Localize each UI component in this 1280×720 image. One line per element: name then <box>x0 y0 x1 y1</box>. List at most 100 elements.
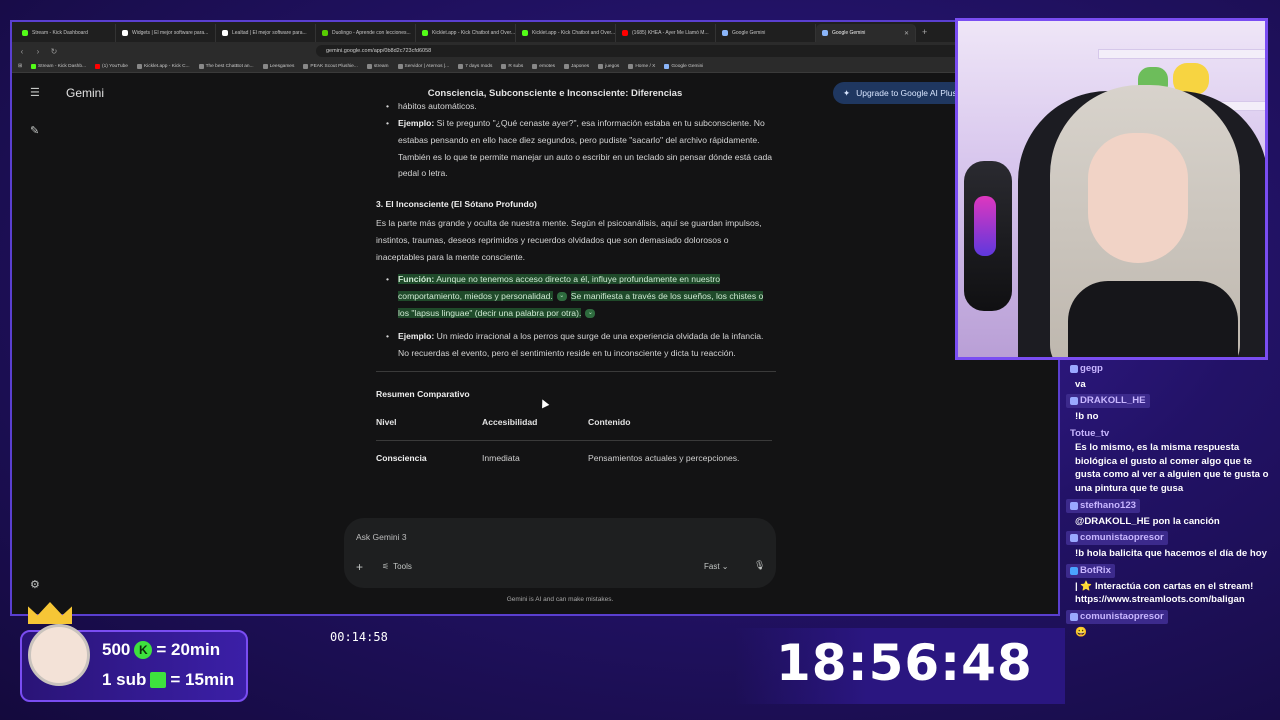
bookmark-item[interactable]: stream <box>366 63 389 69</box>
table-cell: Pensamientos actuales y percepciones. <box>588 452 740 463</box>
reload-icon[interactable]: ↻ <box>50 47 58 56</box>
chat-text: 😀 <box>1075 626 1087 638</box>
new-tab-icon[interactable]: + <box>916 27 933 37</box>
chibi-face <box>28 624 90 686</box>
browser-tab[interactable]: Lealtad | El mejor software para... <box>216 24 316 42</box>
menu-icon[interactable]: ☰ <box>30 86 40 99</box>
example-label: Ejemplo: <box>398 330 435 341</box>
tab-favicon-icon <box>822 30 828 36</box>
folder-icon <box>564 63 570 69</box>
bookmarks-bar: ⊞ Stream - Kick Dashb... (1) YouTube Kic… <box>12 60 1058 73</box>
chat-username: comunistaopresor <box>1066 610 1168 624</box>
chat-message: BotRix | ⭐ Interactúa con cartas en el s… <box>1066 563 1280 607</box>
streamer-face <box>1088 133 1188 263</box>
example-label: Ejemplo: <box>398 118 435 128</box>
close-tab-icon[interactable]: ✕ <box>904 30 909 37</box>
bookmark-item[interactable]: emotes <box>532 63 555 69</box>
user-badge-icon <box>1070 534 1078 543</box>
model-mode-dropdown[interactable]: Fast ⌄ <box>704 562 729 571</box>
table-header: Contenido <box>588 405 772 441</box>
bookmark-item[interactable]: Leesgames <box>262 63 294 69</box>
chat-username: comunistaopresor <box>1066 531 1168 546</box>
gift-icon <box>150 672 167 688</box>
side-rail: ☰ ✎ ⚙ <box>12 74 58 614</box>
browser-tab[interactable]: Widgets | El mejor software para... <box>116 24 216 42</box>
upgrade-button[interactable]: ✦ Upgrade to Google AI Plus <box>833 82 973 104</box>
tab-favicon-icon <box>322 30 328 36</box>
table-header: Nivel <box>376 405 482 441</box>
chat-text: !b hola balicita que hacemos el día de h… <box>1075 548 1267 560</box>
chat-username: Totue_tv <box>1070 427 1110 439</box>
apps-icon[interactable]: ⊞ <box>18 64 22 69</box>
chat-text: Es lo mismo, es la misma respuesta bioló… <box>1075 441 1269 495</box>
bookmark-item[interactable]: Google Gemini <box>664 63 703 69</box>
chat-username: gegp <box>1066 362 1107 376</box>
prompt-composer[interactable]: Ask Gemini 3 + ⚟ Tools Fast ⌄ 🎙 <box>344 518 776 588</box>
microphone-icon[interactable]: 🎙 <box>754 560 765 571</box>
user-badge-icon <box>1070 397 1078 406</box>
table-header-row: Nivel Accesibilidad Contenido <box>376 405 772 441</box>
subathon-goal-panel: 500 K = 20min 1 sub = 15min <box>20 602 248 702</box>
tab-favicon-icon <box>222 30 228 36</box>
bookmark-icon <box>262 63 268 69</box>
section-heading: 3. El Inconsciente (El Sótano Profundo) <box>376 199 537 210</box>
countdown-clock: 18:56:48 <box>776 634 1033 692</box>
browser-tab[interactable]: Google Gemini <box>716 24 816 42</box>
stream-chat: gegp va DRAKOLL_HE !b no Totue_tv Es lo … <box>1066 362 1280 692</box>
goal-line-subs: 1 sub = 15min <box>102 670 235 689</box>
source-chevron-icon[interactable]: ⌄ <box>585 309 596 319</box>
bookmark-item[interactable]: R subs <box>501 63 523 69</box>
browser-tab[interactable]: Kicklet.app - Kick Chatbot and Over... <box>516 24 616 42</box>
table-header: Accesibilidad <box>482 405 588 441</box>
bookmark-item[interactable]: Kicklet.app - Kick C... <box>136 63 190 69</box>
table-cell: Inmediata <box>482 452 520 463</box>
bookmark-item[interactable]: The best ChatBot an... <box>198 63 254 69</box>
user-badge-icon <box>1070 613 1078 622</box>
list-item: Ejemplo: Si te pregunto "¿Qué cenaste ay… <box>376 115 776 182</box>
prompt-input[interactable]: Ask Gemini 3 <box>356 532 407 542</box>
new-chat-icon[interactable]: ✎ <box>30 124 39 137</box>
goal-line-kicks: 500 K = 20min <box>102 640 221 659</box>
address-row: ‹ › ↻ gemini.google.com/app/0b8d2c723cfd… <box>12 42 1058 60</box>
forward-icon[interactable]: › <box>34 47 42 56</box>
tab-favicon-icon <box>722 30 728 36</box>
chat-text: !b no <box>1075 411 1099 423</box>
folder-icon <box>598 63 604 69</box>
sparkle-icon: ✦ <box>843 87 851 98</box>
add-attachment-icon[interactable]: + <box>356 560 363 574</box>
source-chevron-icon[interactable]: ⌄ <box>556 292 567 302</box>
url-bar[interactable]: gemini.google.com/app/0b8d2c723cfd6058 <box>316 45 977 57</box>
tools-button[interactable]: ⚟ Tools <box>382 562 412 571</box>
streamer-body <box>1068 281 1238 357</box>
bookmark-item[interactable]: juegos <box>598 63 619 69</box>
browser-tab[interactable]: Stream - Kick Dashboard <box>16 24 116 42</box>
bookmark-item[interactable]: 7 days mods <box>458 63 492 69</box>
chevron-down-icon: ⌄ <box>721 562 729 571</box>
tab-favicon-icon <box>122 30 128 36</box>
chibi-avatar <box>20 602 102 706</box>
browser-tab[interactable]: Duolingo - Aprende con lecciones... <box>316 24 416 42</box>
browser-tab[interactable]: Kicklet.app - Kick Chatbot and Over... <box>416 24 516 42</box>
gemini-icon <box>664 63 670 69</box>
bookmark-item[interactable]: Home / X <box>628 63 655 69</box>
chat-text: | ⭐ Interactúa con cartas en el stream! … <box>1075 580 1254 606</box>
chat-text: va <box>1075 378 1086 390</box>
chat-username: BotRix <box>1066 563 1115 578</box>
chat-message: stefhano123 @DRAKOLL_HE pon la canción <box>1066 498 1280 528</box>
settings-icon[interactable]: ⚙ <box>30 578 40 591</box>
tab-favicon-icon <box>522 30 528 36</box>
browser-tab-active[interactable]: Google Gemini ✕ <box>816 24 916 42</box>
bookmark-item[interactable]: (1) YouTube <box>95 63 128 69</box>
bookmark-icon <box>31 63 37 69</box>
bookmark-item[interactable]: PEAK Scout Plushie... <box>303 63 358 69</box>
bookmark-icon <box>397 63 403 69</box>
bookmark-item[interactable]: Stream - Kick Dashb... <box>31 63 86 69</box>
bookmark-item[interactable]: Japones <box>564 63 589 69</box>
section-heading: Resumen Comparativo <box>376 389 470 400</box>
bookmark-item[interactable]: Servidor | Aternos |... <box>397 63 449 69</box>
app-brand: Gemini <box>66 86 105 100</box>
browser-tab[interactable]: (1685) KHEA - Ayer Me Llamó M... <box>616 24 716 42</box>
rgb-light <box>974 196 996 256</box>
list-item: Función: Aunque no tenemos acceso direct… <box>376 271 776 321</box>
back-icon[interactable]: ‹ <box>18 47 26 56</box>
